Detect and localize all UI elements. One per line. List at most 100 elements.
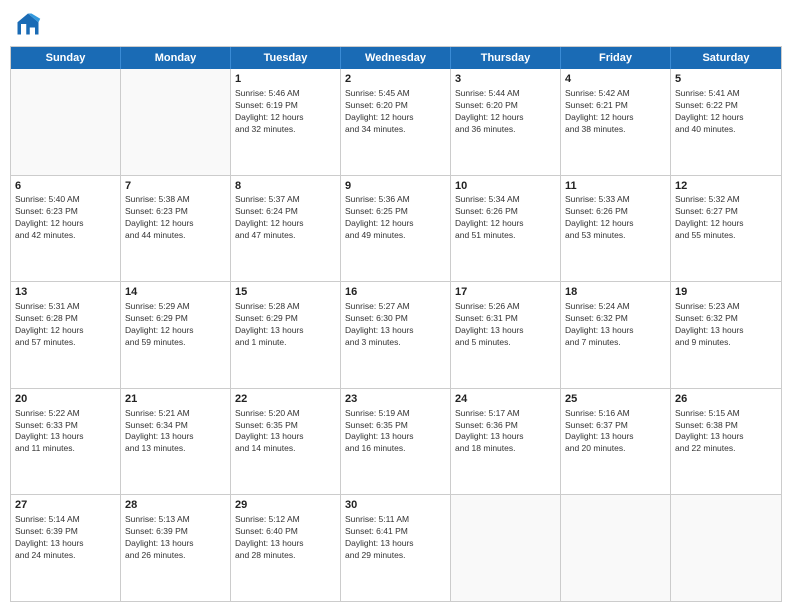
cal-cell: 18Sunrise: 5:24 AM Sunset: 6:32 PM Dayli…: [561, 282, 671, 388]
cal-cell: 11Sunrise: 5:33 AM Sunset: 6:26 PM Dayli…: [561, 176, 671, 282]
day-number: 13: [15, 285, 116, 300]
cal-cell: 22Sunrise: 5:20 AM Sunset: 6:35 PM Dayli…: [231, 389, 341, 495]
cal-cell: 5Sunrise: 5:41 AM Sunset: 6:22 PM Daylig…: [671, 69, 781, 175]
day-info: Sunrise: 5:45 AM Sunset: 6:20 PM Dayligh…: [345, 88, 446, 136]
day-info: Sunrise: 5:23 AM Sunset: 6:32 PM Dayligh…: [675, 301, 777, 349]
week-row-1: 1Sunrise: 5:46 AM Sunset: 6:19 PM Daylig…: [11, 69, 781, 176]
day-number: 19: [675, 285, 777, 300]
day-info: Sunrise: 5:16 AM Sunset: 6:37 PM Dayligh…: [565, 408, 666, 456]
day-number: 22: [235, 392, 336, 407]
cal-cell: 24Sunrise: 5:17 AM Sunset: 6:36 PM Dayli…: [451, 389, 561, 495]
week-row-2: 6Sunrise: 5:40 AM Sunset: 6:23 PM Daylig…: [11, 176, 781, 283]
day-number: 15: [235, 285, 336, 300]
cal-cell: 2Sunrise: 5:45 AM Sunset: 6:20 PM Daylig…: [341, 69, 451, 175]
cal-cell: 14Sunrise: 5:29 AM Sunset: 6:29 PM Dayli…: [121, 282, 231, 388]
cal-cell: 4Sunrise: 5:42 AM Sunset: 6:21 PM Daylig…: [561, 69, 671, 175]
day-info: Sunrise: 5:44 AM Sunset: 6:20 PM Dayligh…: [455, 88, 556, 136]
cal-cell: 19Sunrise: 5:23 AM Sunset: 6:32 PM Dayli…: [671, 282, 781, 388]
calendar: SundayMondayTuesdayWednesdayThursdayFrid…: [10, 46, 782, 602]
day-number: 6: [15, 179, 116, 194]
day-info: Sunrise: 5:26 AM Sunset: 6:31 PM Dayligh…: [455, 301, 556, 349]
day-info: Sunrise: 5:36 AM Sunset: 6:25 PM Dayligh…: [345, 194, 446, 242]
cal-cell: 20Sunrise: 5:22 AM Sunset: 6:33 PM Dayli…: [11, 389, 121, 495]
day-number: 24: [455, 392, 556, 407]
calendar-header: SundayMondayTuesdayWednesdayThursdayFrid…: [11, 47, 781, 69]
day-info: Sunrise: 5:40 AM Sunset: 6:23 PM Dayligh…: [15, 194, 116, 242]
week-row-5: 27Sunrise: 5:14 AM Sunset: 6:39 PM Dayli…: [11, 495, 781, 601]
day-info: Sunrise: 5:12 AM Sunset: 6:40 PM Dayligh…: [235, 514, 336, 562]
day-number: 9: [345, 179, 446, 194]
cal-cell: 13Sunrise: 5:31 AM Sunset: 6:28 PM Dayli…: [11, 282, 121, 388]
day-number: 10: [455, 179, 556, 194]
day-info: Sunrise: 5:21 AM Sunset: 6:34 PM Dayligh…: [125, 408, 226, 456]
day-info: Sunrise: 5:20 AM Sunset: 6:35 PM Dayligh…: [235, 408, 336, 456]
header: [10, 10, 782, 38]
cal-cell: 1Sunrise: 5:46 AM Sunset: 6:19 PM Daylig…: [231, 69, 341, 175]
day-info: Sunrise: 5:28 AM Sunset: 6:29 PM Dayligh…: [235, 301, 336, 349]
day-number: 11: [565, 179, 666, 194]
cal-cell: 15Sunrise: 5:28 AM Sunset: 6:29 PM Dayli…: [231, 282, 341, 388]
cal-cell: 29Sunrise: 5:12 AM Sunset: 6:40 PM Dayli…: [231, 495, 341, 601]
logo-icon: [14, 10, 42, 38]
day-info: Sunrise: 5:33 AM Sunset: 6:26 PM Dayligh…: [565, 194, 666, 242]
calendar-body: 1Sunrise: 5:46 AM Sunset: 6:19 PM Daylig…: [11, 69, 781, 601]
week-row-3: 13Sunrise: 5:31 AM Sunset: 6:28 PM Dayli…: [11, 282, 781, 389]
cal-cell: 10Sunrise: 5:34 AM Sunset: 6:26 PM Dayli…: [451, 176, 561, 282]
day-number: 5: [675, 72, 777, 87]
week-row-4: 20Sunrise: 5:22 AM Sunset: 6:33 PM Dayli…: [11, 389, 781, 496]
day-info: Sunrise: 5:22 AM Sunset: 6:33 PM Dayligh…: [15, 408, 116, 456]
cal-cell: 6Sunrise: 5:40 AM Sunset: 6:23 PM Daylig…: [11, 176, 121, 282]
day-info: Sunrise: 5:29 AM Sunset: 6:29 PM Dayligh…: [125, 301, 226, 349]
day-info: Sunrise: 5:19 AM Sunset: 6:35 PM Dayligh…: [345, 408, 446, 456]
header-day-wednesday: Wednesday: [341, 47, 451, 69]
day-number: 26: [675, 392, 777, 407]
day-info: Sunrise: 5:38 AM Sunset: 6:23 PM Dayligh…: [125, 194, 226, 242]
header-day-monday: Monday: [121, 47, 231, 69]
cal-cell: 21Sunrise: 5:21 AM Sunset: 6:34 PM Dayli…: [121, 389, 231, 495]
cal-cell: 26Sunrise: 5:15 AM Sunset: 6:38 PM Dayli…: [671, 389, 781, 495]
cal-cell: 16Sunrise: 5:27 AM Sunset: 6:30 PM Dayli…: [341, 282, 451, 388]
day-number: 7: [125, 179, 226, 194]
header-day-tuesday: Tuesday: [231, 47, 341, 69]
header-day-thursday: Thursday: [451, 47, 561, 69]
day-info: Sunrise: 5:15 AM Sunset: 6:38 PM Dayligh…: [675, 408, 777, 456]
day-info: Sunrise: 5:13 AM Sunset: 6:39 PM Dayligh…: [125, 514, 226, 562]
day-info: Sunrise: 5:32 AM Sunset: 6:27 PM Dayligh…: [675, 194, 777, 242]
cal-cell: 25Sunrise: 5:16 AM Sunset: 6:37 PM Dayli…: [561, 389, 671, 495]
day-info: Sunrise: 5:37 AM Sunset: 6:24 PM Dayligh…: [235, 194, 336, 242]
day-info: Sunrise: 5:17 AM Sunset: 6:36 PM Dayligh…: [455, 408, 556, 456]
cal-cell: [561, 495, 671, 601]
cal-cell: 9Sunrise: 5:36 AM Sunset: 6:25 PM Daylig…: [341, 176, 451, 282]
day-info: Sunrise: 5:46 AM Sunset: 6:19 PM Dayligh…: [235, 88, 336, 136]
day-info: Sunrise: 5:34 AM Sunset: 6:26 PM Dayligh…: [455, 194, 556, 242]
day-number: 21: [125, 392, 226, 407]
day-info: Sunrise: 5:14 AM Sunset: 6:39 PM Dayligh…: [15, 514, 116, 562]
cal-cell: 3Sunrise: 5:44 AM Sunset: 6:20 PM Daylig…: [451, 69, 561, 175]
header-day-sunday: Sunday: [11, 47, 121, 69]
cal-cell: 27Sunrise: 5:14 AM Sunset: 6:39 PM Dayli…: [11, 495, 121, 601]
cal-cell: 23Sunrise: 5:19 AM Sunset: 6:35 PM Dayli…: [341, 389, 451, 495]
day-info: Sunrise: 5:27 AM Sunset: 6:30 PM Dayligh…: [345, 301, 446, 349]
day-number: 18: [565, 285, 666, 300]
day-info: Sunrise: 5:31 AM Sunset: 6:28 PM Dayligh…: [15, 301, 116, 349]
logo: [14, 10, 46, 38]
cal-cell: [671, 495, 781, 601]
day-number: 3: [455, 72, 556, 87]
cal-cell: [451, 495, 561, 601]
day-number: 25: [565, 392, 666, 407]
day-number: 30: [345, 498, 446, 513]
header-day-saturday: Saturday: [671, 47, 781, 69]
day-number: 23: [345, 392, 446, 407]
day-info: Sunrise: 5:41 AM Sunset: 6:22 PM Dayligh…: [675, 88, 777, 136]
cal-cell: 12Sunrise: 5:32 AM Sunset: 6:27 PM Dayli…: [671, 176, 781, 282]
day-number: 27: [15, 498, 116, 513]
day-number: 2: [345, 72, 446, 87]
day-number: 12: [675, 179, 777, 194]
day-number: 29: [235, 498, 336, 513]
day-info: Sunrise: 5:24 AM Sunset: 6:32 PM Dayligh…: [565, 301, 666, 349]
cal-cell: [121, 69, 231, 175]
cal-cell: 8Sunrise: 5:37 AM Sunset: 6:24 PM Daylig…: [231, 176, 341, 282]
day-number: 17: [455, 285, 556, 300]
cal-cell: 7Sunrise: 5:38 AM Sunset: 6:23 PM Daylig…: [121, 176, 231, 282]
day-info: Sunrise: 5:42 AM Sunset: 6:21 PM Dayligh…: [565, 88, 666, 136]
